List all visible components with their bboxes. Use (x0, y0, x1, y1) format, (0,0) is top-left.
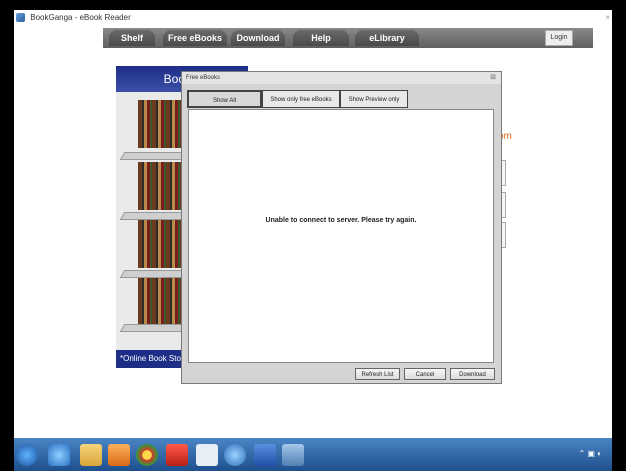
shelf-3 (119, 270, 191, 278)
tab-shelf[interactable]: Shelf (109, 30, 155, 46)
image-viewer-icon[interactable] (282, 444, 304, 466)
word-icon[interactable] (254, 444, 276, 466)
tab-elibrary[interactable]: eLibrary (355, 30, 419, 46)
magnifier-icon[interactable] (196, 444, 218, 466)
titlebar-close-icon[interactable]: × (605, 10, 610, 26)
windows-start-icon[interactable] (16, 444, 38, 466)
main-nav: Shelf Free eBooks Download Help eLibrary (103, 28, 593, 48)
dialog-content: Unable to connect to server. Please try … (188, 109, 494, 363)
app-titlebar: BookGanga - eBook Reader × (14, 10, 612, 26)
shelf-1 (119, 152, 191, 160)
file-explorer-icon[interactable] (80, 444, 102, 466)
screen-right-border (612, 0, 626, 471)
error-message: Unable to connect to server. Please try … (265, 217, 417, 224)
app-icon (16, 13, 25, 23)
system-tray[interactable]: ⌃ ▣ ◐ (578, 449, 602, 458)
tab-free-ebooks[interactable]: Free eBooks (163, 30, 227, 46)
refresh-list-button[interactable]: Refresh List (355, 368, 400, 380)
download-button[interactable]: Download (450, 368, 495, 380)
tab-show-all[interactable]: Show All (187, 90, 262, 108)
book-row-4 (138, 278, 182, 326)
network-icon[interactable] (224, 444, 246, 466)
tab-help[interactable]: Help (293, 30, 349, 46)
taskbar: ⌃ ▣ ◐ (14, 438, 612, 471)
internet-explorer-icon[interactable] (48, 444, 70, 466)
book-row-2 (138, 162, 182, 210)
screen: BookGanga - eBook Reader × Shelf Free eB… (0, 0, 626, 471)
tab-show-free[interactable]: Show only free eBooks (262, 90, 340, 108)
dialog-close-icon[interactable]: ⊠ (490, 73, 496, 81)
shelf-4 (119, 324, 191, 332)
acrobat-icon[interactable] (166, 444, 188, 466)
screen-left-border (0, 0, 14, 471)
book-row-3 (138, 220, 182, 268)
dialog-title: Free eBooks (182, 72, 501, 84)
shelf-2 (119, 212, 191, 220)
free-ebooks-dialog: Free eBooks ⊠ Show All Show only free eB… (181, 71, 502, 384)
login-button[interactable]: Login (545, 30, 573, 46)
window-title: BookGanga - eBook Reader (30, 13, 131, 22)
cancel-button[interactable]: Cancel (404, 368, 446, 380)
screen-top-border (0, 0, 626, 10)
tab-download[interactable]: Download (231, 30, 285, 46)
media-player-icon[interactable] (108, 444, 130, 466)
book-row-1 (138, 100, 182, 148)
chrome-icon[interactable] (136, 444, 158, 466)
tab-show-preview[interactable]: Show Preview only (340, 90, 408, 108)
